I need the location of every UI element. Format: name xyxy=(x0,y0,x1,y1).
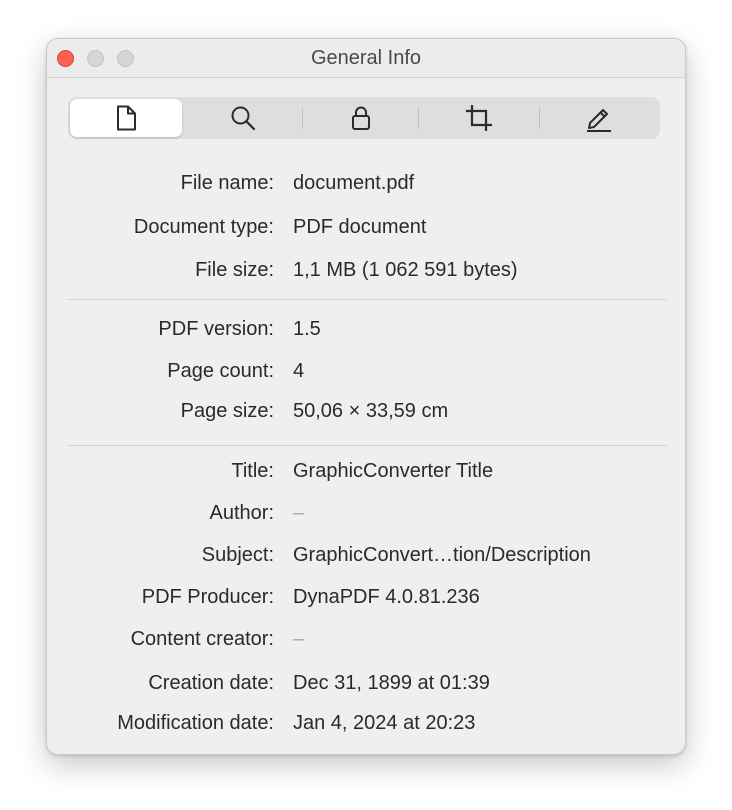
row-label: Title: xyxy=(231,460,274,482)
info-row-author: Author: – xyxy=(47,502,685,532)
info-row-creation-date: Creation date: Dec 31, 1899 at 01:39 xyxy=(47,672,685,702)
row-value: 1,1 MB (1 062 591 bytes) xyxy=(293,259,518,281)
row-value: 4 xyxy=(293,360,305,382)
pencil-icon xyxy=(587,109,611,132)
tab-search[interactable] xyxy=(184,99,302,137)
row-label: Document type: xyxy=(133,216,274,238)
inspector-tab-bar xyxy=(68,97,660,139)
row-value: – xyxy=(293,502,305,524)
info-row-subject: Subject: GraphicConvert…tion/Description xyxy=(47,544,685,574)
row-value: 1.5 xyxy=(293,318,321,340)
row-value: Dec 31, 1899 at 01:39 xyxy=(293,672,490,694)
row-label: PDF Producer: xyxy=(141,586,274,608)
window-title: General Info xyxy=(310,47,422,69)
title-bar: General Info xyxy=(47,39,685,78)
row-value: Jan 4, 2024 at 20:23 xyxy=(293,712,476,734)
row-label: Page count: xyxy=(167,360,274,382)
crop-icon xyxy=(466,105,492,131)
row-value: DynaPDF 4.0.81.236 xyxy=(293,586,480,608)
tab-general[interactable] xyxy=(70,99,182,137)
info-row-document-type: Document type: PDF document xyxy=(47,216,685,246)
row-value: – xyxy=(293,628,305,650)
row-label: Modification date: xyxy=(117,712,274,734)
row-value: 50,06 × 33,59 cm xyxy=(293,400,449,422)
row-label: Creation date: xyxy=(148,672,274,694)
row-label: Author: xyxy=(209,502,274,524)
info-row-page-size: Page size: 50,06 × 33,59 cm xyxy=(47,400,685,430)
row-label: Content creator: xyxy=(130,628,274,650)
tab-crop[interactable] xyxy=(419,99,539,137)
row-value: PDF document xyxy=(293,216,427,238)
info-row-content-creator: Content creator: – xyxy=(47,628,685,658)
info-row-pdf-producer: PDF Producer: DynaPDF 4.0.81.236 xyxy=(47,586,685,616)
row-label: Subject: xyxy=(201,544,274,566)
info-row-title: Title: GraphicConverter Title xyxy=(47,460,685,490)
document-icon xyxy=(117,105,136,131)
row-label: File size: xyxy=(195,259,274,281)
section-separator xyxy=(67,445,667,446)
tab-annotate[interactable] xyxy=(540,99,658,137)
info-row-file-size: File size: 1,1 MB (1 062 591 bytes) xyxy=(47,259,685,289)
info-row-modification-date: Modification date: Jan 4, 2024 at 20:23 xyxy=(47,712,685,742)
row-label: File name: xyxy=(180,172,274,194)
info-row-page-count: Page count: 4 xyxy=(47,360,685,390)
info-row-file-name: File name: document.pdf xyxy=(47,172,685,202)
row-value: GraphicConvert…tion/Description xyxy=(293,544,591,566)
row-value: GraphicConverter Title xyxy=(293,460,494,482)
lock-icon xyxy=(351,106,370,130)
section-separator xyxy=(67,299,667,300)
magnifier-icon xyxy=(231,106,256,131)
tab-security[interactable] xyxy=(303,99,418,137)
row-label: PDF version: xyxy=(158,318,274,340)
row-label: Page size: xyxy=(180,400,274,422)
row-value: document.pdf xyxy=(293,172,415,194)
info-row-pdf-version: PDF version: 1.5 xyxy=(47,318,685,348)
info-window: General Info File name: document.pdf Doc… xyxy=(46,38,686,755)
